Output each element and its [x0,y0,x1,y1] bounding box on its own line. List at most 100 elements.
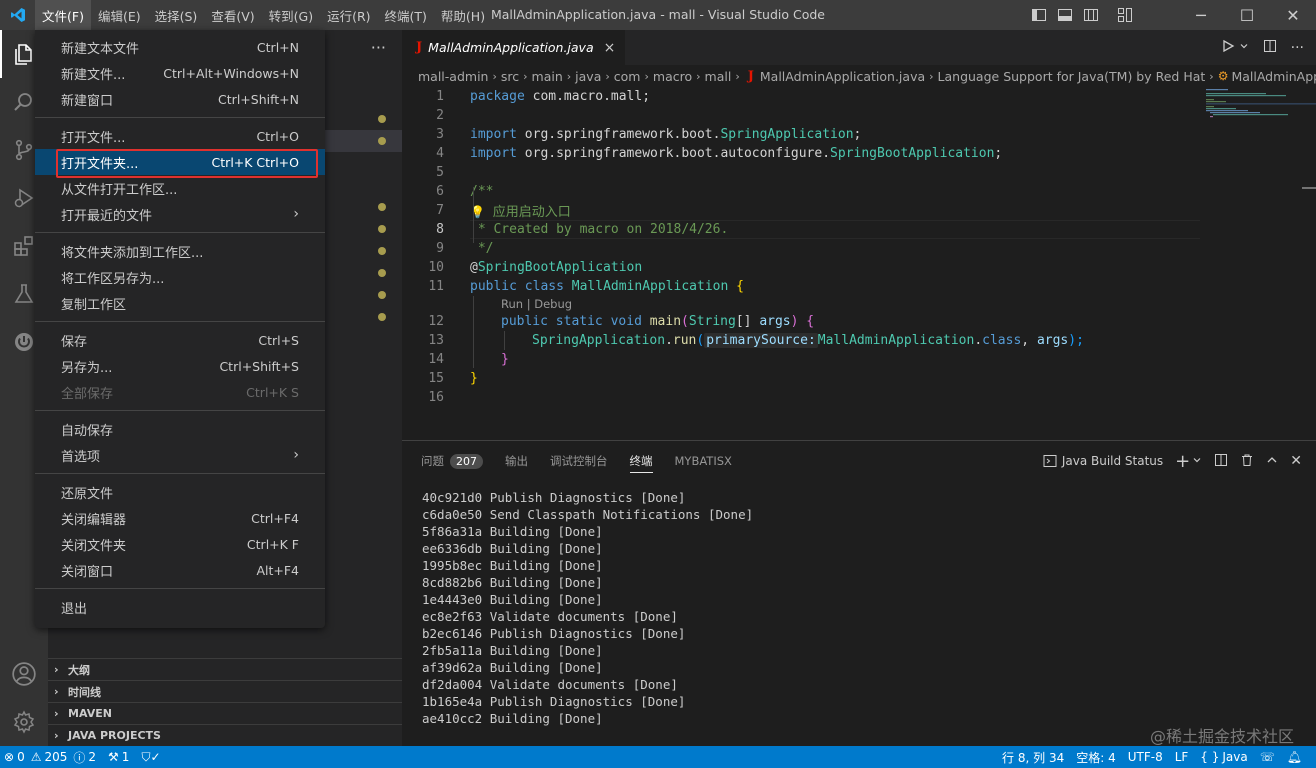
more-actions-button[interactable]: ··· [371,38,386,57]
chevron-right-icon: › [929,69,934,83]
chevron-down-icon[interactable] [1192,454,1202,468]
line-number: 10 [428,260,444,275]
end-of-line[interactable]: LF [1169,746,1195,768]
minimap[interactable] [1201,87,1316,167]
section-outline[interactable]: › 大纲 [48,658,402,680]
menu-view[interactable]: 查看(V) [204,0,261,30]
info-icon: ⓘ [73,750,86,765]
tab-output[interactable]: 输出 [505,441,528,481]
menu-run[interactable]: 运行(R) [320,0,377,30]
warning-count: 205 [44,750,68,764]
watermark: @稀土掘金技术社区 [1149,727,1294,746]
terminal-output[interactable]: 40c921d0 Publish Diagnostics [Done] c6da… [422,489,753,727]
run-file-icon[interactable] [1221,39,1235,57]
tab-terminal[interactable]: 终端 [629,441,653,481]
menu-file[interactable]: 文件(F) [35,0,91,30]
menu-item-save[interactable]: 保存 Ctrl+S [35,327,325,353]
breadcrumb-item[interactable]: main [532,69,563,84]
notifications-bell-icon[interactable]: 🔔︎ [1281,746,1308,768]
java-build-status-dropdown[interactable]: Java Build Status [1043,454,1163,468]
breadcrumb-item[interactable]: macro [653,69,692,84]
section-maven[interactable]: › MAVEN [48,702,402,724]
menu-item-close-editor[interactable]: 关闭编辑器 Ctrl+F4 [35,505,325,531]
menu-item-open-file[interactable]: 打开文件... Ctrl+O [35,123,325,149]
tab-label: 输出 [505,454,528,468]
menu-item-new-file[interactable]: 新建文件... Ctrl+Alt+Windows+N [35,60,325,86]
terminal-line: ae410cc2 Building [Done] [422,711,603,726]
breadcrumb-item[interactable]: Language Support for Java(TM) by Red Hat [938,69,1206,84]
menu-selection[interactable]: 选择(S) [148,0,205,30]
chevron-right-icon: › [54,729,59,742]
more-actions-icon[interactable]: ··· [1291,40,1304,56]
cursor-position[interactable]: 行 8, 列 34 [996,746,1070,768]
breadcrumb-item[interactable]: mall-admin [418,69,488,84]
menu-item-close-window[interactable]: 关闭窗口 Alt+F4 [35,557,325,583]
toggle-sidebar-icon[interactable] [1028,4,1050,26]
new-terminal-plus-icon[interactable]: + [1175,451,1190,472]
menu-separator [35,410,325,411]
menu-item-auto-save[interactable]: 自动保存 [35,416,325,442]
tab-mall-admin-application[interactable]: J MallAdminApplication.java × [402,30,626,65]
menu-item-duplicate-workspace[interactable]: 复制工作区 [35,290,325,316]
terminal-line: df2da004 Validate documents [Done] [422,677,678,692]
menu-item-new-text-file[interactable]: 新建文本文件 Ctrl+N [35,34,325,60]
menu-item-preferences[interactable]: 首选项 › [35,442,325,468]
menu-go[interactable]: 转到(G) [262,0,320,30]
tab-problems[interactable]: 问题 207 [421,441,483,481]
breadcrumb-item[interactable]: MallAdminApplication.java [760,69,925,84]
tab-close-icon[interactable]: × [604,40,616,56]
breadcrumb-item[interactable]: mall [705,69,732,84]
menu-item-add-folder-to-workspace[interactable]: 将文件夹添加到工作区... [35,238,325,264]
breadcrumb-item[interactable]: src [501,69,519,84]
toggle-secondary-sidebar-icon[interactable] [1080,4,1102,26]
chevron-down-icon[interactable] [1239,40,1249,55]
menu-item-exit[interactable]: 退出 [35,594,325,620]
language-mode[interactable]: { } Java [1194,746,1253,768]
tools-status[interactable]: ⚒ 1 [102,746,135,768]
menu-item-revert-file[interactable]: 还原文件 [35,479,325,505]
account-icon[interactable] [0,650,48,698]
menu-item-save-as[interactable]: 另存为... Ctrl+Shift+S [35,353,325,379]
trash-icon[interactable] [1240,453,1254,470]
tab-debug-console[interactable]: 调试控制台 [550,441,608,481]
java-file-icon: J [416,40,423,55]
feedback-icon[interactable]: ☏ [1254,746,1281,768]
java-status[interactable]: ⛉✓ [135,746,166,768]
customize-layout-icon[interactable] [1114,4,1136,26]
breadcrumb-item[interactable]: java [575,69,601,84]
close-window-button[interactable]: ✕ [1270,0,1316,30]
split-editor-icon[interactable] [1263,39,1277,57]
encoding[interactable]: UTF-8 [1122,746,1169,768]
menu-item-open-workspace-from-file[interactable]: 从文件打开工作区... [35,175,325,201]
close-panel-icon[interactable]: ✕ [1290,453,1302,469]
title-bar: 文件(F) 编辑(E) 选择(S) 查看(V) 转到(G) 运行(R) 终端(T… [0,0,1316,30]
menu-edit[interactable]: 编辑(E) [91,0,148,30]
menu-item-save-workspace-as[interactable]: 将工作区另存为... [35,264,325,290]
menu-terminal[interactable]: 终端(T) [378,0,434,30]
menu-item-new-window[interactable]: 新建窗口 Ctrl+Shift+N [35,86,325,112]
terminal-line: 5f86a31a Building [Done] [422,524,603,539]
breadcrumb-item[interactable]: MallAdminApplic [1231,69,1316,84]
line-number: 9 [436,241,444,256]
inlay-hint: primarySource: [704,333,818,348]
split-terminal-icon[interactable] [1214,453,1228,470]
menu-item-close-folder[interactable]: 关闭文件夹 Ctrl+K F [35,531,325,557]
indentation[interactable]: 空格: 4 [1070,746,1122,768]
problems-count-badge: 207 [450,453,483,469]
maximize-panel-chevron-up-icon[interactable] [1266,454,1278,469]
section-java-projects[interactable]: › JAVA PROJECTS [48,724,402,746]
codelens-run-debug[interactable]: Run | Debug [501,297,572,311]
tab-mybatisx[interactable]: MYBATISX [675,441,732,481]
error-icon: ⊗ [4,750,15,764]
section-timeline[interactable]: › 时间线 [48,680,402,702]
problems-status[interactable]: ⊗ 0 ⚠ 205 ⓘ 2 [0,746,102,768]
minimize-button[interactable]: ─ [1178,0,1224,30]
shield-check-icon: ⛉✓ [141,749,161,764]
menu-item-open-folder[interactable]: 打开文件夹... Ctrl+K Ctrl+O [35,149,325,175]
settings-gear-icon[interactable] [0,698,48,746]
toggle-panel-icon[interactable] [1054,4,1076,26]
breadcrumb-item[interactable]: com [614,69,641,84]
maximize-button[interactable]: ☐ [1224,0,1270,30]
menu-item-open-recent[interactable]: 打开最近的文件 › [35,201,325,227]
menu-help[interactable]: 帮助(H) [434,0,492,30]
